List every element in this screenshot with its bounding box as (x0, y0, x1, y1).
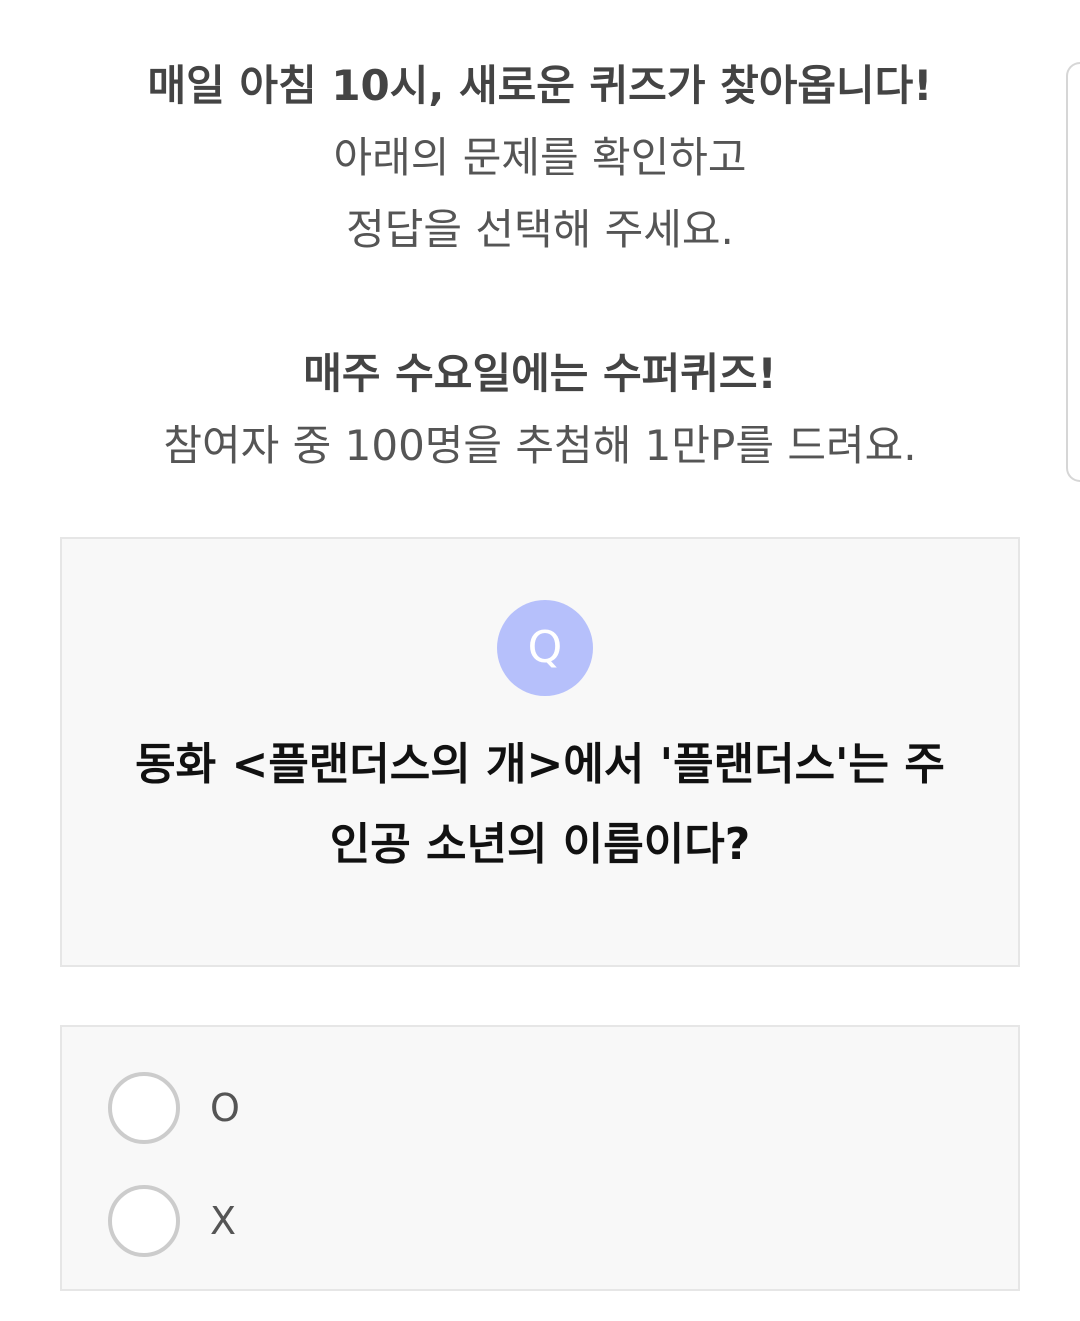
quiz-intro: 매일 아침 10시, 새로운 퀴즈가 찾아옵니다! 아래의 문제를 확인하고 정… (0, 50, 1080, 482)
answer-options: O X (60, 1025, 1020, 1291)
answer-option-x[interactable]: X (108, 1185, 508, 1257)
scroll-edge-tab[interactable] (1066, 62, 1080, 482)
question-text: 동화 <플랜더스의 개>에서 '플랜더스'는 주 인공 소년의 이름이다? (92, 725, 988, 885)
intro-instruction-1: 아래의 문제를 확인하고 (333, 133, 747, 182)
answer-label-x: X (210, 1199, 237, 1243)
question-badge: Q (497, 600, 593, 696)
question-line-1: 동화 <플랜더스의 개>에서 '플랜더스'는 주 (135, 739, 945, 790)
super-quiz-headline: 매주 수요일에는 수퍼퀴즈! (303, 349, 777, 398)
question-line-2: 인공 소년의 이름이다? (329, 819, 751, 870)
super-quiz-reward-text: 참여자 중 100명을 추첨해 1만P를 드려요. (163, 421, 917, 470)
intro-instruction-2: 정답을 선택해 주세요. (346, 205, 734, 254)
answer-label-o: O (210, 1086, 240, 1130)
radio-button-x[interactable] (108, 1185, 180, 1257)
answer-option-o[interactable]: O (108, 1072, 508, 1144)
question-card: Q 동화 <플랜더스의 개>에서 '플랜더스'는 주 인공 소년의 이름이다? (60, 537, 1020, 967)
intro-headline: 매일 아침 10시, 새로운 퀴즈가 찾아옵니다! (147, 61, 933, 110)
radio-button-o[interactable] (108, 1072, 180, 1144)
intro-spacer (0, 266, 1080, 338)
